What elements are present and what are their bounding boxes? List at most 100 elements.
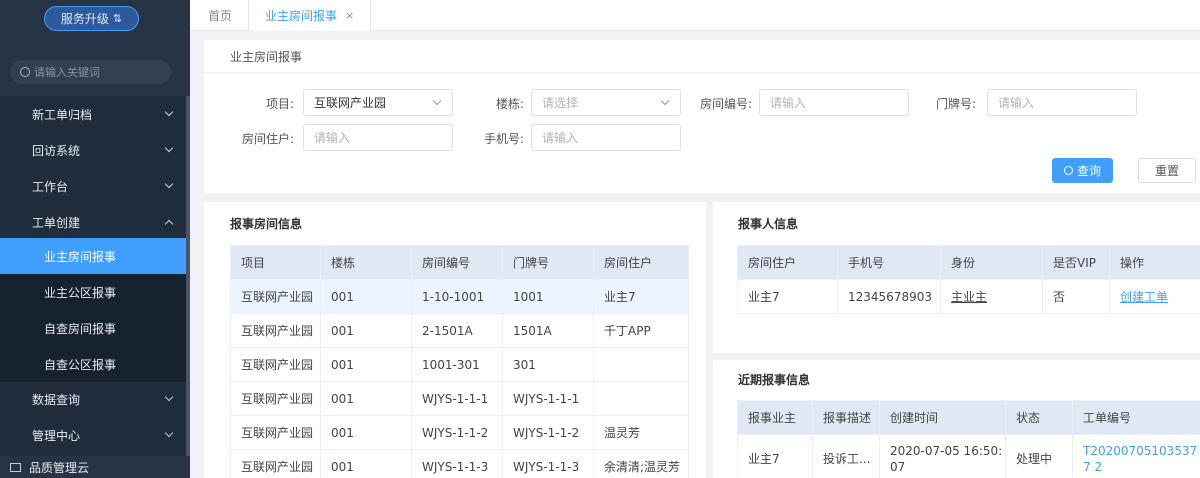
phone-input[interactable]: 请输入 <box>531 124 681 151</box>
table-cell: 12345678903 <box>837 279 941 314</box>
table-cell: 2020-07-05 16:50:07 <box>879 434 1006 478</box>
table-row[interactable]: 互联网产业园 001 1001-301 301 <box>230 347 689 382</box>
table-cell: 1001-301 <box>411 347 503 382</box>
menu-item-return-visit[interactable]: 回访系统 <box>0 132 186 168</box>
door-no-placeholder: 请输入 <box>998 96 1035 110</box>
resident-input[interactable]: 请输入 <box>303 124 453 151</box>
search-placeholder: 请输入关键词 <box>34 66 100 79</box>
create-ticket-link[interactable]: 创建工单 <box>1120 290 1168 304</box>
menu-item-quality-cloud[interactable]: 品质管理云 <box>0 456 190 478</box>
reset-button[interactable]: 重置 <box>1138 158 1196 183</box>
table-row[interactable]: 互联网产业园 001 1-10-1001 1001 业主7 <box>230 279 689 314</box>
tab-home[interactable]: 首页 <box>208 0 232 31</box>
table-cell: 处理中 <box>1005 434 1073 478</box>
column-header[interactable]: 房间住户 <box>593 245 689 280</box>
table-row[interactable]: 互联网产业园 001 WJYS-1-1-2 WJYS-1-1-2 温灵芳 <box>230 415 689 450</box>
vertical-divider <box>706 202 713 478</box>
chevron-down-icon <box>164 179 174 189</box>
table-row[interactable]: 互联网产业园 001 WJYS-1-1-1 WJYS-1-1-1 <box>230 381 689 416</box>
submenu-label: 自查房间报事 <box>44 321 117 336</box>
upgrade-label: 服务升级 <box>60 12 109 26</box>
menu-item-workbench[interactable]: 工作台 <box>0 168 186 204</box>
table-cell: 互联网产业园 <box>230 347 321 382</box>
sort-icon: ⇅ <box>112 12 123 25</box>
table-cell: 001 <box>320 279 412 314</box>
submenu-self-room-report[interactable]: 自查房间报事 <box>0 310 186 346</box>
tab-label: 首页 <box>208 9 233 23</box>
column-header[interactable]: 是否VIP <box>1042 245 1110 280</box>
table-cell: 业主7 <box>737 434 813 478</box>
table-cell: 业主7 <box>737 279 838 314</box>
divider <box>204 72 1200 73</box>
menu-label: 工单创建 <box>32 215 81 230</box>
cloud-icon <box>10 462 21 472</box>
table-row[interactable]: 业主7 投诉工... 2020-07-05 16:50:07 处理中 T2020… <box>737 434 1200 478</box>
sidebar-search-input[interactable]: 请输入关键词 <box>10 60 171 84</box>
table-cell: 投诉工... <box>812 434 880 478</box>
table-cell: WJYS-1-1-3 <box>502 449 594 478</box>
column-header[interactable]: 操作 <box>1109 245 1200 280</box>
table-cell: WJYS-1-1-2 <box>411 415 503 450</box>
column-header[interactable]: 手机号 <box>837 245 941 280</box>
ticket-number-link[interactable]: T202007051035377 2 <box>1083 444 1197 474</box>
column-header[interactable]: 状态 <box>1005 400 1073 435</box>
table-row[interactable]: 互联网产业园 001 WJYS-1-1-3 WJYS-1-1-3 余清清;温灵芳 <box>230 449 689 478</box>
menu-label: 管理中心 <box>32 428 81 443</box>
table-cell: 001 <box>320 415 412 450</box>
column-header[interactable]: 项目 <box>230 245 321 280</box>
project-value: 互联网产业园 <box>314 96 387 110</box>
tab-owner-room-report[interactable]: 业主房间报事 × <box>248 0 372 31</box>
project-label: 项目: <box>265 97 294 111</box>
table-cell: 温灵芳 <box>593 415 689 450</box>
table-cell: 业主7 <box>593 279 689 314</box>
identity-value[interactable]: 主业主 <box>951 290 987 304</box>
submenu-owner-room-report[interactable]: 业主房间报事 <box>0 238 186 274</box>
project-select[interactable]: 互联网产业园 <box>303 89 453 116</box>
submenu-label: 自查公区报事 <box>44 357 117 372</box>
sidebar-scrollbar[interactable] <box>186 96 190 456</box>
door-no-input[interactable]: 请输入 <box>987 89 1137 116</box>
sidebar-header: 服务升级 ⇅ 请输入关键词 <box>0 0 190 96</box>
table-cell: WJYS-1-1-1 <box>502 381 594 416</box>
table-row[interactable]: 互联网产业园 001 2-1501A 1501A 千丁APP <box>230 313 689 348</box>
column-header[interactable]: 楼栋 <box>320 245 412 280</box>
table-cell: WJYS-1-1-3 <box>411 449 503 478</box>
sidebar: 服务升级 ⇅ 请输入关键词 新工单归档 回访系统 工作台 工单创建 业主房间报事… <box>0 0 190 478</box>
menu-item-data-query[interactable]: 数据查询 <box>0 381 186 417</box>
column-header[interactable]: 创建时间 <box>879 400 1006 435</box>
tab-label: 业主房间报事 <box>265 9 338 23</box>
table-header-row: 房间住户 手机号 身份 是否VIP 操作 <box>737 245 1200 280</box>
column-header[interactable]: 工单编号 <box>1072 400 1200 435</box>
menu-item-ticket-create[interactable]: 工单创建 <box>0 204 186 240</box>
table-cell: 互联网产业园 <box>230 381 321 416</box>
table-cell: 2-1501A <box>411 313 503 348</box>
table-cell: T202007051035377 2 <box>1072 434 1200 478</box>
table-cell: 互联网产业园 <box>230 313 321 348</box>
table-cell <box>593 347 689 382</box>
chevron-down-icon <box>432 96 442 106</box>
query-button[interactable]: 查询 <box>1052 158 1113 183</box>
menu-item-management-center[interactable]: 管理中心 <box>0 417 186 453</box>
column-header[interactable]: 报事业主 <box>737 400 813 435</box>
column-header[interactable]: 报事描述 <box>812 400 880 435</box>
submenu-owner-public-report[interactable]: 业主公区报事 <box>0 274 186 310</box>
phone-label: 手机号: <box>483 132 524 146</box>
room-no-label: 房间编号: <box>699 97 752 111</box>
room-no-input[interactable]: 请输入 <box>759 89 909 116</box>
table-cell: 否 <box>1042 279 1110 314</box>
column-header[interactable]: 门牌号 <box>502 245 594 280</box>
table-cell: 301 <box>502 347 594 382</box>
menu-label: 数据查询 <box>32 392 81 407</box>
menu-item-new-ticket-archive[interactable]: 新工单归档 <box>0 96 186 132</box>
column-header[interactable]: 房间住户 <box>737 245 838 280</box>
service-upgrade-button[interactable]: 服务升级 ⇅ <box>44 6 139 31</box>
column-header[interactable]: 房间编号 <box>411 245 503 280</box>
menu-label: 工作台 <box>32 179 69 194</box>
submenu-self-public-report[interactable]: 自查公区报事 <box>0 346 186 382</box>
building-select[interactable]: 请选择 <box>531 89 681 116</box>
close-icon[interactable]: × <box>345 9 354 22</box>
column-header[interactable]: 身份 <box>940 245 1043 280</box>
chevron-down-icon <box>164 392 174 402</box>
table-cell: 1001 <box>502 279 594 314</box>
table-cell: 001 <box>320 449 412 478</box>
